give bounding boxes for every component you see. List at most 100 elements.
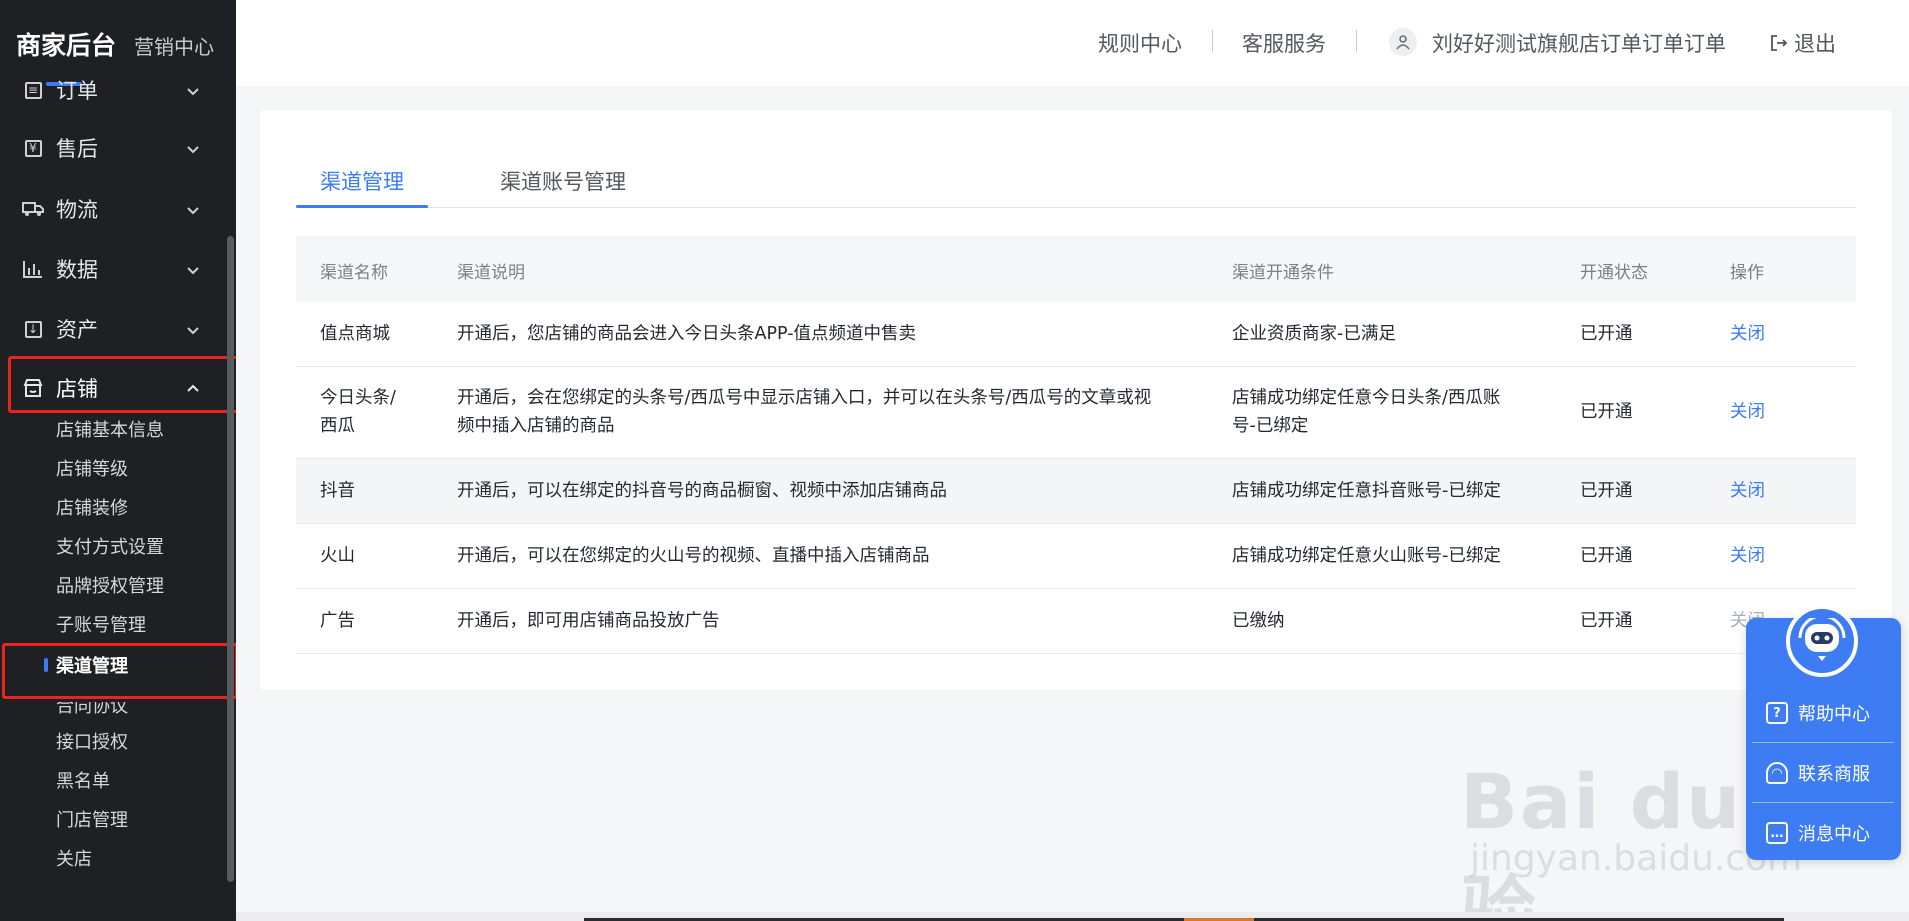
header-divider [1212,30,1213,52]
truck-icon [22,198,44,220]
sidebar-item-store-info[interactable]: 店铺基本信息 [56,414,216,444]
brand-subtitle[interactable]: 营销中心 [134,31,214,60]
table-row: 抖音 开通后，可以在绑定的抖音号的商品橱窗、视频中添加店铺商品 店铺成功绑定任意… [296,459,1856,524]
channel-status: 已开通 [1580,611,1633,631]
tab-channel-accounts[interactable]: 渠道账号管理 [500,166,626,206]
col-action: 操作 [1730,263,1764,283]
table-row: 火山 开通后，可以在您绑定的火山号的视频、直播中插入店铺商品 店铺成功绑定任意火… [296,524,1856,589]
close-channel-button[interactable]: 关闭 [1730,477,1765,505]
asset-icon: ↓ [22,318,44,340]
channel-desc: 开通后，可以在绑定的抖音号的商品橱窗、视频中添加店铺商品 [457,481,947,501]
sidebar-item-api-auth[interactable]: 接口授权 [56,726,216,756]
message-center-button[interactable]: … 消息中心 [1752,807,1894,859]
channel-condition-line2: 号-已绑定 [1232,416,1309,436]
channel-name: 广告 [320,611,355,631]
sidebar-group-assets[interactable]: ↓ 资产 [22,311,202,347]
chevron-up-icon [184,379,202,397]
channel-desc: 开通后，即可用店铺商品投放广告 [457,611,720,631]
close-channel-button[interactable]: 关闭 [1730,398,1765,426]
message-center-label: 消息中心 [1798,824,1870,845]
message-icon: … [1766,822,1788,844]
table-row: 广告 开通后，即可用店铺商品投放广告 已缴纳 已开通 关闭 [296,589,1856,654]
user-account-name[interactable]: 刘好好测试旗舰店订单订单订单 [1432,28,1726,58]
logout-label: 退出 [1794,32,1836,56]
list-icon: ≡ [22,80,44,101]
channel-name: 值点商城 [320,324,390,344]
channel-condition: 店铺成功绑定任意火山账号-已绑定 [1232,546,1501,566]
robot-avatar-icon[interactable] [1786,605,1858,677]
contact-service-button[interactable]: ◠ 联系商服 [1752,747,1894,799]
sidebar-item-store-management[interactable]: 门店管理 [56,804,216,834]
sidebar-item-blacklist[interactable]: 黑名单 [56,765,216,795]
channel-status: 已开通 [1580,402,1633,422]
sidebar-item-brand-auth[interactable]: 品牌授权管理 [56,570,216,600]
chevron-down-icon [184,81,202,99]
store-icon [22,377,44,399]
main-card: 渠道管理 渠道账号管理 渠道名称 渠道说明 渠道开通条件 开通状态 操作 值点商… [260,110,1892,690]
table-header: 渠道名称 渠道说明 渠道开通条件 开通状态 操作 [296,236,1856,302]
sidebar-group-aftersale[interactable]: ¥ 售后 [22,130,202,166]
close-channel-button[interactable]: 关闭 [1730,320,1765,348]
contact-service-label: 联系商服 [1798,764,1870,785]
table-row: 值点商城 开通后，您店铺的商品会进入今日头条APP-值点频道中售卖 企业资质商家… [296,302,1856,367]
rules-center-link[interactable]: 规则中心 [1098,28,1182,58]
sidebar-group-label: 物流 [56,198,98,222]
help-divider [1752,802,1894,803]
col-channel-desc: 渠道说明 [457,263,525,283]
sidebar-item-sub-accounts[interactable]: 子账号管理 [56,609,216,639]
customer-service-link[interactable]: 客服服务 [1242,28,1326,58]
sidebar-group-data[interactable]: 数据 [22,251,202,287]
tab-divider [296,207,1856,208]
question-icon: ? [1766,702,1788,724]
channel-desc: 开通后，可以在您绑定的火山号的视频、直播中插入店铺商品 [457,546,930,566]
close-channel-button[interactable]: 关闭 [1730,542,1765,570]
user-icon [1389,28,1417,56]
col-channel-condition: 渠道开通条件 [1232,263,1334,283]
col-channel-name: 渠道名称 [320,263,388,283]
help-divider [1752,742,1894,743]
sidebar-group-label: 资产 [56,318,98,342]
channel-status: 已开通 [1580,481,1633,501]
table-row: 今日头条/ 西瓜 开通后，会在您绑定的头条号/西瓜号中显示店铺入口，并可以在头条… [296,367,1856,459]
channel-name: 抖音 [320,481,355,501]
sidebar-group-store[interactable]: 店铺 [22,370,202,406]
sidebar-group-label: 数据 [56,258,98,282]
sidebar-item-payment-settings[interactable]: 支付方式设置 [56,531,216,561]
channel-desc-line2: 频中插入店铺的商品 [457,416,615,436]
header-divider [1356,30,1357,52]
channel-condition-line1: 店铺成功绑定任意今日头条/西瓜账 [1232,388,1501,408]
sidebar-item-channel-management[interactable]: 渠道管理 [56,650,216,680]
chevron-down-icon [184,320,202,338]
sidebar-item-contracts[interactable]: 合同协议 [56,702,216,720]
sidebar: 商家后台 营销中心 ≡ 订单 ¥ 售后 物流 数据 ↓ 资产 店铺 店铺基本信息… [0,0,236,921]
brand: 商家后台 营销中心 [16,26,214,66]
help-center-button[interactable]: ? 帮助中心 [1752,687,1894,739]
channel-condition: 企业资质商家-已满足 [1232,324,1396,344]
channel-desc: 开通后，您店铺的商品会进入今日头条APP-值点频道中售卖 [457,324,917,344]
chevron-down-icon [184,260,202,278]
sidebar-group-label: 售后 [56,137,98,161]
sidebar-item-store-decoration[interactable]: 店铺装修 [56,492,216,522]
yen-icon: ¥ [22,137,44,159]
sidebar-group-logistics[interactable]: 物流 [22,191,202,227]
sidebar-scrollbar[interactable] [227,236,234,882]
logout-button[interactable]: 退出 [1770,28,1836,58]
brand-title: 商家后台 [16,31,117,60]
top-header: 规则中心 客服服务 刘好好测试旗舰店订单订单订单 退出 [236,0,1909,86]
chevron-down-icon [184,139,202,157]
sidebar-item-close-store[interactable]: 关店 [56,843,216,873]
sidebar-item-store-level[interactable]: 店铺等级 [56,453,216,483]
help-center-label: 帮助中心 [1798,704,1870,725]
bottom-edge [236,912,1909,921]
tab-channel-management[interactable]: 渠道管理 [320,166,404,206]
sidebar-group-order[interactable]: ≡ 订单 [22,79,202,108]
logout-icon [1771,35,1788,51]
channel-desc-line1: 开通后，会在您绑定的头条号/西瓜号中显示店铺入口，并可以在头条号/西瓜号的文章或… [457,388,1152,408]
channel-condition: 店铺成功绑定任意抖音账号-已绑定 [1232,481,1501,501]
sidebar-group-label: 店铺 [56,377,98,401]
col-status: 开通状态 [1580,263,1648,283]
channel-status: 已开通 [1580,546,1633,566]
channel-condition: 已缴纳 [1232,611,1285,631]
chevron-down-icon [184,200,202,218]
sidebar-group-label: 订单 [56,79,98,103]
